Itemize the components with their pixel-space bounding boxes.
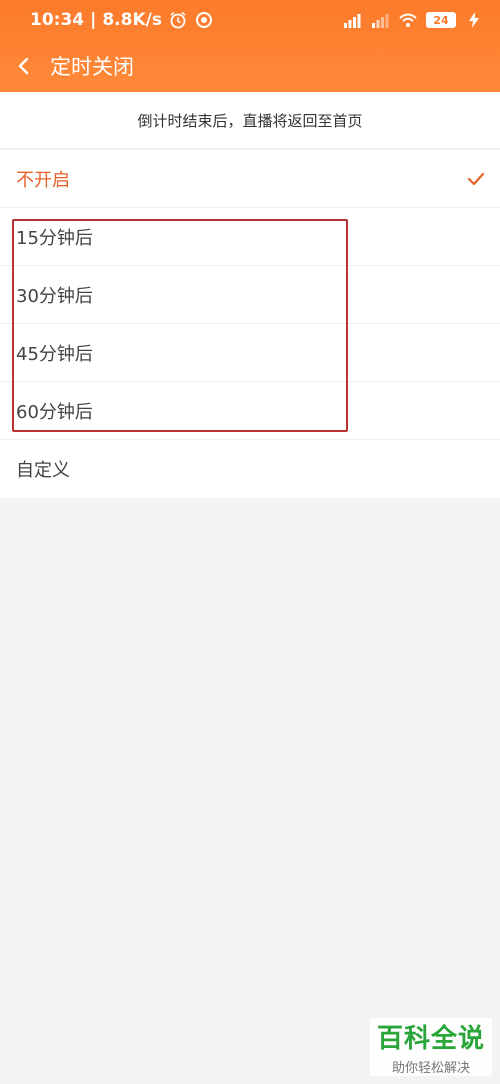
battery-icon: 24	[426, 12, 456, 28]
signal-icon	[344, 14, 361, 28]
option-label: 30分钟后	[16, 285, 93, 307]
back-button[interactable]	[0, 44, 48, 88]
watermark-logo: 百科全说 助你轻松解决	[370, 1018, 492, 1076]
signal-icon-2	[372, 14, 389, 28]
option-60-min[interactable]: 60分钟后	[0, 382, 500, 440]
chevron-left-icon	[18, 57, 29, 75]
sync-icon	[195, 12, 212, 28]
title-bar: 定时关闭	[0, 44, 500, 88]
option-label: 15分钟后	[16, 227, 93, 249]
status-divider: |	[90, 10, 97, 30]
option-15-min[interactable]: 15分钟后	[0, 208, 500, 266]
option-off[interactable]: 不开启	[0, 150, 500, 208]
status-bar: 10:34 | 8.8K/s 24	[0, 0, 500, 40]
countdown-notice: 倒计时结束后，直播将返回至首页	[0, 92, 500, 149]
wifi-icon	[399, 13, 417, 27]
option-label: 45分钟后	[16, 343, 93, 365]
option-label: 自定义	[16, 460, 70, 481]
option-label: 不开启	[16, 169, 70, 191]
checkmark-icon	[467, 172, 485, 185]
alarm-icon	[170, 11, 186, 29]
option-label: 60分钟后	[16, 401, 93, 423]
watermark-title: 百科全说	[376, 1024, 485, 1054]
option-custom[interactable]: 自定义	[0, 440, 500, 498]
timer-options-list: 不开启 15分钟后 30分钟后 45分钟后 60分钟后 自定义	[0, 150, 500, 498]
charging-icon	[469, 12, 479, 28]
network-speed: 8.8K/s	[102, 10, 162, 30]
app-header: 10:34 | 8.8K/s 24 定时关闭	[0, 0, 500, 92]
option-45-min[interactable]: 45分钟后	[0, 324, 500, 382]
watermark-subtitle: 助你轻松解决	[391, 1061, 470, 1076]
page-title: 定时关闭	[50, 55, 134, 79]
status-time: 10:34	[30, 10, 85, 30]
option-30-min[interactable]: 30分钟后	[0, 266, 500, 324]
